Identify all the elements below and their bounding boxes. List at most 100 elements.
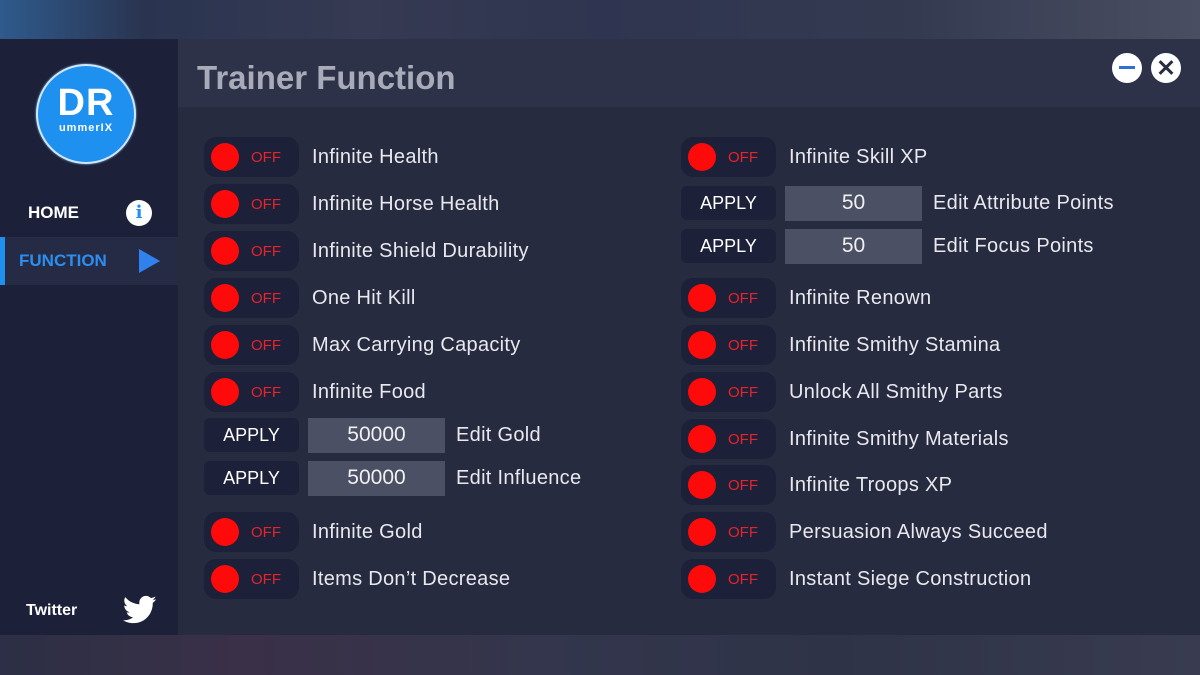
toggle-switch[interactable]: OFF [681, 137, 776, 177]
toggle-switch[interactable]: OFF [204, 184, 299, 224]
toggle-switch[interactable]: OFF [204, 137, 299, 177]
attribute-points-input[interactable] [785, 185, 922, 221]
cheat-label: Infinite Renown [789, 286, 932, 309]
toggle-switch[interactable]: OFF [681, 278, 776, 318]
toggle-state: OFF [251, 290, 281, 307]
toggle-knob [688, 565, 716, 593]
toggle-knob [211, 284, 239, 312]
logo-subtext: ummerIX [58, 122, 114, 134]
toggle-state: OFF [251, 384, 281, 401]
trainer-window: DR ummerIX HOME i FUNCTION Twitter Train… [0, 39, 1200, 635]
toggle-knob [211, 378, 239, 406]
edit-row-attribute-points: APPLY Edit Attribute Points [681, 183, 1114, 223]
toggle-row-one-hit-kill: OFF One Hit Kill [204, 278, 416, 318]
toggle-knob [688, 284, 716, 312]
cheat-label: Unlock All Smithy Parts [789, 380, 1003, 403]
edit-label: Edit Attribute Points [933, 191, 1114, 214]
toggle-knob [688, 471, 716, 499]
toggle-switch[interactable]: OFF [681, 465, 776, 505]
influence-value-input[interactable] [308, 460, 445, 496]
toggle-knob [211, 190, 239, 218]
info-icon[interactable]: i [126, 200, 152, 226]
edit-label: Edit Focus Points [933, 234, 1094, 257]
twitter-link[interactable]: Twitter [26, 602, 77, 620]
play-icon [139, 249, 160, 273]
toggle-state: OFF [728, 149, 758, 166]
toggle-row-infinite-smithy-stamina: OFF Infinite Smithy Stamina [681, 325, 1000, 365]
edit-row-influence: APPLY Edit Influence [204, 458, 581, 498]
toggle-state: OFF [728, 477, 758, 494]
close-button[interactable] [1151, 53, 1181, 83]
toggle-row-infinite-food: OFF Infinite Food [204, 372, 426, 412]
cheat-label: Infinite Shield Durability [312, 239, 529, 262]
cheat-label: Infinite Gold [312, 520, 423, 543]
toggle-knob [688, 378, 716, 406]
sidebar-item-home[interactable]: HOME i [0, 189, 178, 237]
sidebar-item-label: HOME [28, 203, 79, 222]
toggle-switch[interactable]: OFF [681, 325, 776, 365]
toggle-switch[interactable]: OFF [204, 512, 299, 552]
toggle-state: OFF [251, 571, 281, 588]
toggle-state: OFF [728, 337, 758, 354]
cheat-label: Items Don’t Decrease [312, 567, 511, 590]
toggle-row-infinite-shield-durability: OFF Infinite Shield Durability [204, 231, 529, 271]
toggle-row-unlock-all-smithy-parts: OFF Unlock All Smithy Parts [681, 372, 1003, 412]
edit-row-gold: APPLY Edit Gold [204, 415, 541, 455]
toggle-switch[interactable]: OFF [681, 419, 776, 459]
toggle-knob [688, 331, 716, 359]
toggle-switch[interactable]: OFF [204, 231, 299, 271]
toggle-switch[interactable]: OFF [204, 372, 299, 412]
cheat-label: One Hit Kill [312, 286, 416, 309]
toggle-knob [211, 518, 239, 546]
toggle-switch[interactable]: OFF [204, 325, 299, 365]
toggle-state: OFF [251, 196, 281, 213]
toggle-row-infinite-renown: OFF Infinite Renown [681, 278, 931, 318]
apply-button[interactable]: APPLY [204, 418, 299, 452]
toggle-switch[interactable]: OFF [204, 559, 299, 599]
toggle-knob [211, 565, 239, 593]
toggle-switch[interactable]: OFF [681, 372, 776, 412]
header: Trainer Function [178, 39, 1200, 107]
minimize-button[interactable] [1112, 53, 1142, 83]
toggle-row-instant-siege-construction: OFF Instant Siege Construction [681, 559, 1031, 599]
toggle-switch[interactable]: OFF [681, 512, 776, 552]
toggle-knob [211, 331, 239, 359]
apply-button[interactable]: APPLY [204, 461, 299, 495]
page-title: Trainer Function [197, 59, 456, 96]
toggle-state: OFF [728, 571, 758, 588]
cheat-label: Infinite Horse Health [312, 192, 500, 215]
toggle-row-infinite-smithy-materials: OFF Infinite Smithy Materials [681, 419, 1009, 459]
gold-value-input[interactable] [308, 417, 445, 453]
toggle-switch[interactable]: OFF [204, 278, 299, 318]
toggle-knob [688, 425, 716, 453]
sidebar: DR ummerIX HOME i FUNCTION Twitter [0, 39, 178, 635]
toggle-row-infinite-skill-xp: OFF Infinite Skill XP [681, 137, 928, 177]
cheat-label: Instant Siege Construction [789, 567, 1032, 590]
desktop-background [0, 635, 1200, 675]
cheat-label: Infinite Food [312, 380, 426, 403]
cheat-label: Max Carrying Capacity [312, 333, 521, 356]
toggle-state: OFF [728, 431, 758, 448]
edit-label: Edit Gold [456, 423, 541, 446]
toggle-row-infinite-troops-xp: OFF Infinite Troops XP [681, 465, 952, 505]
toggle-row-infinite-horse-health: OFF Infinite Horse Health [204, 184, 500, 224]
edit-label: Edit Influence [456, 466, 582, 489]
toggle-state: OFF [728, 524, 758, 541]
twitter-icon[interactable] [123, 595, 157, 625]
logo: DR ummerIX [36, 64, 136, 164]
apply-button[interactable]: APPLY [681, 229, 776, 263]
edit-row-focus-points: APPLY Edit Focus Points [681, 226, 1094, 266]
toggle-row-infinite-health: OFF Infinite Health [204, 137, 439, 177]
toggle-state: OFF [251, 149, 281, 166]
toggle-state: OFF [251, 243, 281, 260]
toggle-state: OFF [251, 524, 281, 541]
toggle-row-persuasion-always-succeed: OFF Persuasion Always Succeed [681, 512, 1048, 552]
focus-points-input[interactable] [785, 228, 922, 264]
toggle-switch[interactable]: OFF [681, 559, 776, 599]
toggle-knob [211, 143, 239, 171]
toggle-state: OFF [251, 337, 281, 354]
sidebar-item-function[interactable]: FUNCTION [0, 237, 178, 285]
logo-text: DR [57, 82, 115, 124]
apply-button[interactable]: APPLY [681, 186, 776, 220]
toggle-knob [688, 143, 716, 171]
